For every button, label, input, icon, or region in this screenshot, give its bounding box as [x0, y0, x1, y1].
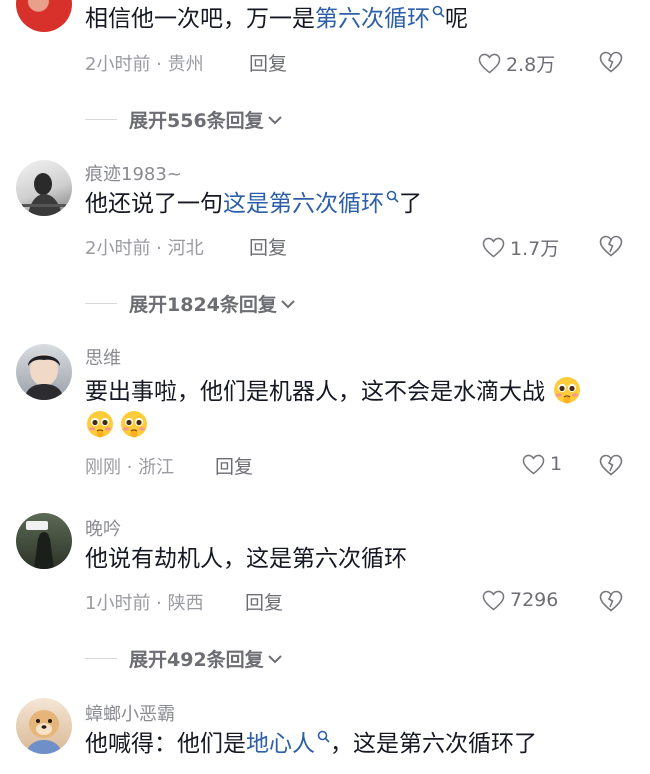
- chevron-down-icon: [281, 299, 295, 308]
- avatar-image: [22, 173, 66, 216]
- chevron-down-icon: [267, 115, 282, 124]
- comment-text-part: 他喊得：他们是: [85, 731, 246, 757]
- avatar[interactable]: [16, 160, 72, 216]
- like-button[interactable]: 2.8万: [478, 50, 555, 77]
- avatar[interactable]: [16, 698, 72, 754]
- divider: [85, 658, 117, 659]
- avatar-image: [26, 521, 54, 569]
- username[interactable]: 蟑螂小恶霸: [85, 700, 175, 726]
- comment-text-part: ，这是第六次循环了: [330, 731, 537, 757]
- like-count: 2.8万: [506, 54, 556, 76]
- like-button[interactable]: 1: [522, 453, 562, 475]
- search-icon: [432, 5, 445, 18]
- broken-heart-icon[interactable]: [599, 454, 623, 476]
- avatar[interactable]: [16, 513, 72, 569]
- chevron-down-icon: [267, 654, 282, 663]
- divider: [85, 303, 117, 304]
- comment-text: 他喊得：他们是地心人 ，这是第六次循环了: [85, 729, 537, 760]
- comment-text-part: 了: [399, 191, 422, 217]
- pleading-face-emoji: [87, 411, 113, 438]
- comment-text-part: 呢: [445, 6, 468, 32]
- avatar[interactable]: [16, 0, 72, 32]
- expand-replies-button[interactable]: 展开1824条回复: [85, 290, 296, 317]
- comment-text-part: 相信他一次吧，万一是: [85, 6, 315, 32]
- expand-replies-button[interactable]: 展开556条回复: [85, 106, 283, 133]
- reply-button[interactable]: 回复: [249, 233, 287, 260]
- time-location: 2小时前 · 河北: [85, 238, 204, 259]
- heart-outline-icon: [522, 454, 545, 475]
- avatar-image: [24, 354, 64, 400]
- like-button[interactable]: 1.7万: [482, 234, 559, 261]
- reply-button[interactable]: 回复: [245, 588, 283, 615]
- expand-replies-button[interactable]: 展开492条回复: [85, 645, 283, 672]
- comment-text-part: 他说有劫机人，这是第六次循环: [85, 546, 407, 572]
- divider: [85, 119, 117, 120]
- like-count: 1: [550, 453, 563, 475]
- search-keyword-link[interactable]: 第六次循环: [315, 5, 445, 32]
- emoji-row: [85, 409, 149, 439]
- time-location: 1小时前 · 陕西: [85, 593, 204, 614]
- like-button[interactable]: 7296: [482, 589, 558, 611]
- heart-outline-icon: [482, 590, 505, 611]
- reply-button[interactable]: 回复: [215, 452, 253, 479]
- username[interactable]: 晚吟: [85, 515, 121, 541]
- search-keyword-link[interactable]: 地心人: [246, 730, 330, 757]
- avatar-image: [26, 710, 62, 754]
- time-location: 2小时前 · 贵州: [85, 54, 204, 75]
- pleading-face-emoji: [554, 377, 581, 404]
- expand-label: 展开556条回复: [129, 110, 264, 132]
- expand-label: 展开492条回复: [129, 649, 264, 671]
- reply-button[interactable]: 回复: [249, 49, 287, 76]
- heart-outline-icon: [478, 53, 501, 74]
- username[interactable]: 痕迹1983~: [85, 160, 182, 186]
- comment-text: 要出事啦，他们是机器人，这不会是水滴大战: [85, 375, 582, 408]
- comment-text: 他说有劫机人，这是第六次循环: [85, 544, 407, 575]
- comment-text: 他还说了一句这是第六次循环了: [85, 189, 422, 220]
- like-count: 7296: [510, 589, 559, 611]
- broken-heart-icon[interactable]: [599, 235, 623, 257]
- avatar[interactable]: [16, 344, 72, 400]
- pleading-face-emoji: [121, 411, 147, 438]
- time-location: 刚刚 · 浙江: [85, 457, 175, 478]
- broken-heart-icon[interactable]: [599, 590, 623, 612]
- expand-label: 展开1824条回复: [129, 294, 277, 316]
- search-icon: [317, 730, 330, 743]
- search-icon: [386, 190, 399, 203]
- heart-outline-icon: [482, 237, 505, 258]
- comment-text: 相信他一次吧，万一是第六次循环呢: [85, 4, 468, 35]
- username[interactable]: 思维: [85, 344, 121, 370]
- search-keyword-link[interactable]: 这是第六次循环: [223, 190, 399, 217]
- comment-text-part: 要出事啦，他们是机器人，这不会是水滴大战: [85, 379, 545, 405]
- broken-heart-icon[interactable]: [599, 51, 623, 73]
- comment-text-part: 他还说了一句: [85, 191, 223, 217]
- like-count: 1.7万: [510, 238, 560, 260]
